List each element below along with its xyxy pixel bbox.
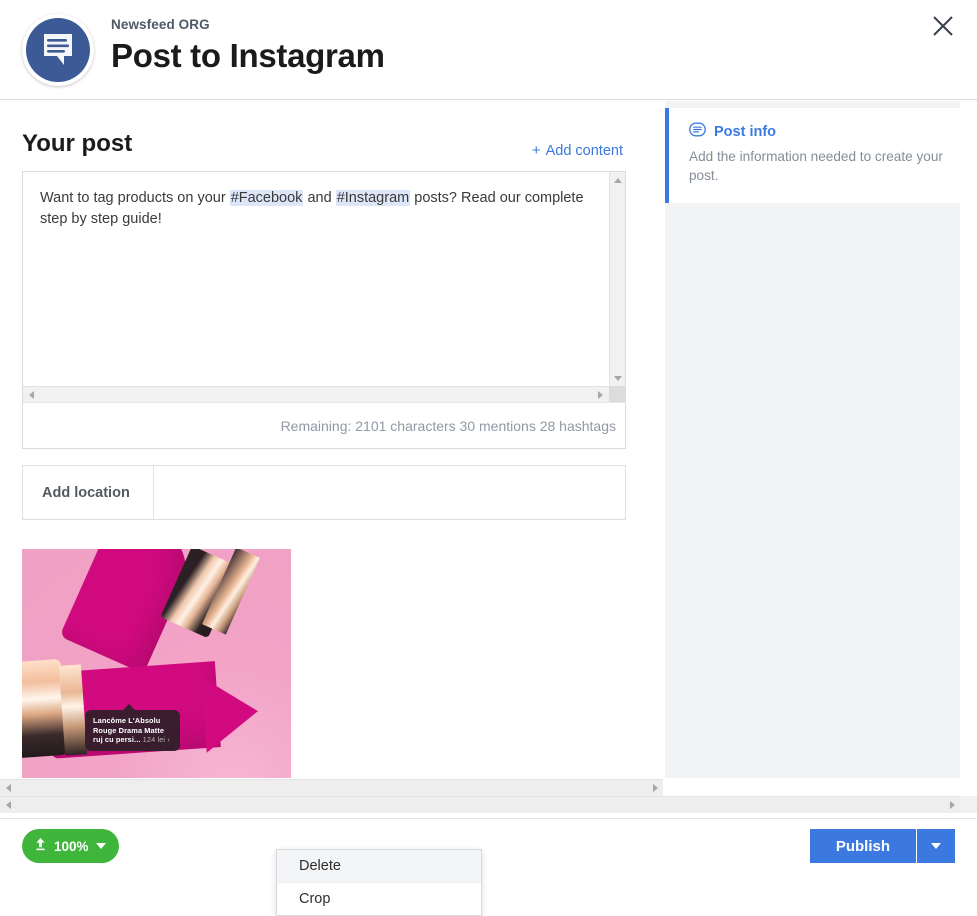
scroll-up-icon[interactable] bbox=[610, 172, 626, 188]
menu-item-crop[interactable]: Crop bbox=[277, 883, 481, 915]
chevron-down-icon bbox=[931, 843, 941, 849]
post-text-before: Want to tag products on your bbox=[40, 190, 230, 206]
dialog-header: Newsfeed ORG Post to Instagram bbox=[0, 0, 977, 100]
post-text-middle: and bbox=[303, 190, 336, 206]
close-icon[interactable] bbox=[926, 9, 960, 43]
plus-icon: + bbox=[531, 142, 541, 159]
scroll-down-icon[interactable] bbox=[610, 370, 626, 386]
dialog-body: Your post + Add content Want to tag produ… bbox=[0, 101, 977, 916]
menu-item-delete[interactable]: Delete bbox=[277, 850, 481, 883]
textarea-horizontal-scrollbar[interactable] bbox=[23, 386, 625, 402]
product-tag-line1: Lancôme L'Absolu bbox=[93, 716, 161, 725]
post-text: Want to tag products on your #Facebook a… bbox=[40, 188, 595, 230]
editor-horizontal-scrollbar[interactable] bbox=[0, 779, 663, 796]
scroll-right-icon[interactable] bbox=[647, 780, 663, 796]
section-title: Your post bbox=[22, 130, 133, 157]
hashtag-facebook: #Facebook bbox=[229, 190, 304, 206]
add-location-label: Add location bbox=[23, 466, 154, 519]
org-name: Newsfeed ORG bbox=[111, 17, 210, 32]
publish-button-group: Publish bbox=[809, 829, 955, 863]
scroll-left-icon[interactable] bbox=[23, 387, 39, 402]
window-horizontal-scrollbar[interactable] bbox=[0, 796, 960, 813]
lipstick-tip bbox=[201, 673, 261, 753]
post-editor-pane: Your post + Add content Want to tag produ… bbox=[0, 101, 645, 778]
scroll-left-icon[interactable] bbox=[0, 797, 16, 813]
post-info-title: Post info bbox=[714, 123, 777, 140]
chevron-down-icon[interactable] bbox=[95, 843, 106, 849]
product-tag-line2: Rouge Drama Matte bbox=[93, 725, 165, 735]
add-content-label: Add content bbox=[545, 143, 623, 159]
compose-box: Want to tag products on your #Facebook a… bbox=[22, 171, 626, 449]
post-textarea[interactable]: Want to tag products on your #Facebook a… bbox=[23, 172, 625, 402]
add-location-row: Add location bbox=[22, 465, 626, 520]
upload-progress-button[interactable]: 100% bbox=[22, 829, 119, 863]
post-info-description: Add the information needed to create you… bbox=[689, 149, 943, 183]
media-thumbnail[interactable]: Lancôme L'Absolu Rouge Drama Matte ruj c… bbox=[22, 549, 291, 778]
app-logo bbox=[22, 14, 94, 86]
location-input[interactable] bbox=[154, 466, 625, 519]
post-info-icon bbox=[689, 122, 706, 141]
scrollbar-corner bbox=[609, 386, 625, 402]
character-counter: Remaining: 2101 characters 30 mentions 2… bbox=[23, 402, 625, 448]
product-tag-price: 124 lei › bbox=[142, 735, 170, 745]
media-context-menu: Delete Crop bbox=[276, 849, 482, 916]
dialog-footer: 100% Publish bbox=[0, 818, 977, 870]
product-tag-tooltip[interactable]: Lancôme L'Absolu Rouge Drama Matte ruj c… bbox=[85, 704, 180, 751]
upload-percent: 100% bbox=[54, 838, 89, 854]
upload-icon bbox=[34, 837, 47, 855]
product-tag-line3: ruj cu persi... bbox=[93, 735, 141, 745]
speech-bubble-lines-icon bbox=[26, 18, 90, 82]
post-info-card: Post info Add the information needed to … bbox=[665, 108, 960, 203]
textarea-vertical-scrollbar[interactable] bbox=[609, 172, 625, 386]
page-title: Post to Instagram bbox=[111, 37, 385, 74]
post-info-pane: Post info Add the information needed to … bbox=[665, 101, 960, 778]
scrollbar-corner bbox=[960, 796, 977, 813]
scroll-left-icon[interactable] bbox=[0, 780, 16, 796]
post-info-title-row: Post info bbox=[689, 122, 944, 141]
scroll-right-icon[interactable] bbox=[944, 797, 960, 813]
scroll-right-icon[interactable] bbox=[592, 387, 608, 402]
add-content-button[interactable]: + Add content bbox=[532, 142, 623, 159]
hashtag-instagram: #Instagram bbox=[335, 190, 411, 206]
publish-dropdown-toggle[interactable] bbox=[916, 829, 955, 863]
publish-button[interactable]: Publish bbox=[809, 829, 916, 863]
